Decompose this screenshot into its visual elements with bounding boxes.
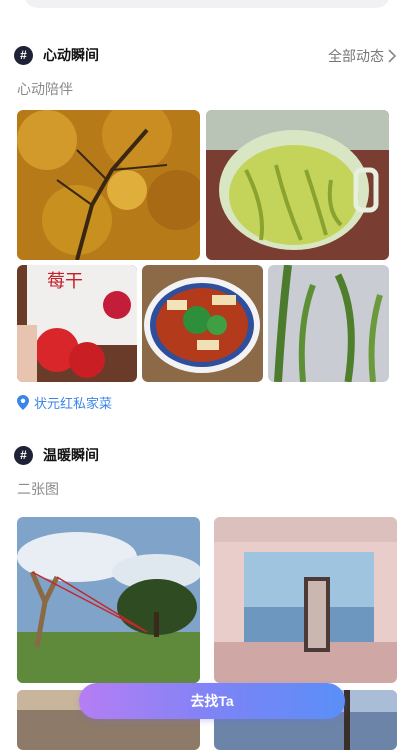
photo-green-tea[interactable]	[206, 110, 389, 260]
hash-icon: #	[14, 45, 33, 65]
find-ta-button[interactable]: 去找Ta	[79, 683, 345, 719]
section-header-moments: # 心动瞬间	[14, 45, 99, 65]
section-header-warm: # 温暖瞬间	[14, 445, 99, 465]
photo-pink-room[interactable]	[214, 517, 397, 683]
section-title: 心动瞬间	[43, 47, 99, 63]
location-tag[interactable]: 状元红私家菜	[17, 393, 112, 412]
photo-strawberry-snack[interactable]: 莓干	[17, 265, 137, 382]
photo-vegetable-bowl[interactable]	[142, 265, 263, 382]
location-pin-icon	[17, 395, 29, 410]
all-posts-label: 全部动态	[328, 48, 384, 64]
section-subtitle: 二张图	[17, 481, 59, 497]
svg-text:莓干: 莓干	[47, 271, 83, 292]
photo-grass[interactable]	[268, 265, 389, 382]
photo-ginkgo-tree[interactable]	[17, 110, 200, 260]
location-label: 状元红私家菜	[34, 396, 113, 411]
section-subtitle: 心动陪伴	[17, 81, 73, 97]
search-bar-stub[interactable]	[24, 0, 390, 8]
photo-slingshot-field[interactable]	[17, 517, 200, 683]
all-posts-link[interactable]: 全部动态	[328, 46, 397, 66]
section-title: 温暖瞬间	[43, 447, 99, 463]
chevron-right-icon	[388, 49, 397, 63]
hash-icon: #	[14, 445, 33, 465]
